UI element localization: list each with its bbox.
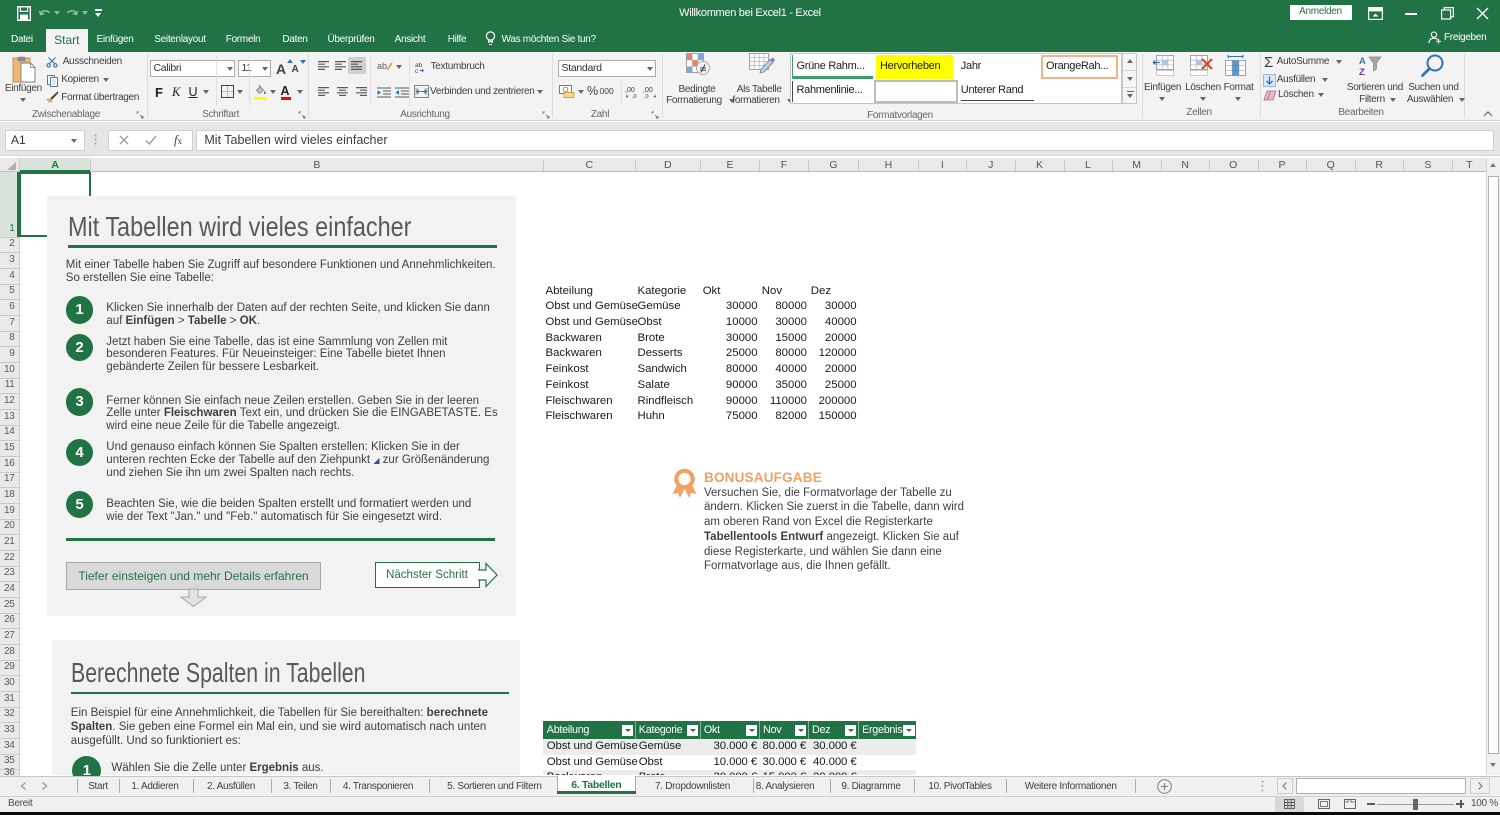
svg-text:Berechnete Spalten in Tabellen: Berechnete Spalten in Tabellen [71,657,366,688]
svg-text:A: A [1359,56,1366,67]
svg-text:Z: Z [1359,67,1365,78]
svg-text:ab: ab [377,61,387,71]
svg-text:Mit Tabellen wird vieles einfa: Mit Tabellen wird vieles einfacher [68,211,412,242]
